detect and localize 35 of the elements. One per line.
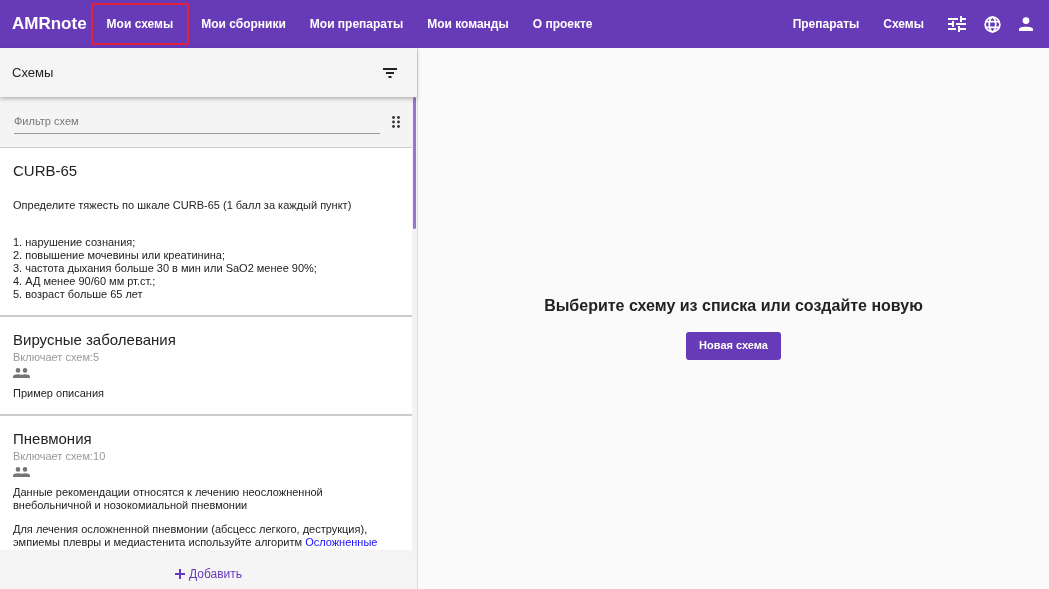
nav-link[interactable]: Препараты [780, 15, 872, 33]
card-title: Пневмония [13, 429, 93, 449]
nav-link[interactable]: Мои сборники [189, 3, 298, 45]
card-description: Данные рекомендации относятся к лечению неосложненной внебольничной и нозокомиальной пневмонии [13, 486, 324, 512]
card-title: Вирусные заболевания [13, 330, 177, 350]
link[interactable]: Осложненные [305, 536, 378, 548]
empty-state-message: Выберите схему из списка или создайте новую [544, 295, 923, 316]
nav-link[interactable]: Схемы [871, 15, 936, 33]
nav-link[interactable]: Мои команды [415, 3, 521, 45]
grid-icon[interactable] [392, 116, 400, 128]
people-icon [13, 368, 30, 378]
card-description: Пример описания [13, 387, 106, 400]
panel-title: Схемы [12, 63, 55, 82]
scheme-count: Включает схем:5 [13, 350, 101, 365]
card-description: Для лечения осложненной пневмонии (абсцесс легкого, деструкция), эмпиемы плевры и медиастенита используйте алгоритм Осложненные [13, 523, 379, 549]
scrollbar-thumb[interactable] [413, 97, 416, 229]
nav-link[interactable]: Мои препараты [297, 3, 416, 45]
card-title: CURB-65 [13, 161, 79, 181]
user-icon[interactable] [1019, 17, 1033, 31]
filter-icon[interactable] [383, 67, 397, 78]
card-description: Определите тяжесть по шкале CURB-65 (1 балл за каждый пункт) [13, 199, 353, 212]
scheme-card[interactable] [0, 148, 412, 317]
plus-icon [174, 568, 185, 579]
app-logo[interactable]: AMRnote [12, 11, 87, 37]
scheme-count: Включает схем:10 [13, 449, 107, 464]
people-icon [13, 467, 30, 477]
nav-link[interactable]: О проекте [520, 3, 605, 45]
card-description: 1. нарушение сознания; 2. повышение мочевины или креатинина; 3. частота дыхания больше 30 в мин или SaO2 менее 90%; 4. АД менее 90/60 мм рт.ст.; 5. возраст больше 65 лет [13, 236, 318, 301]
globe-icon[interactable] [984, 15, 1001, 33]
scheme-card[interactable]: Вирусные заболевания Включает схем:5 Пример описания [0, 317, 412, 416]
new-scheme-button[interactable]: Новая схема [686, 331, 781, 360]
nav-link[interactable]: Мои схемы [90, 3, 190, 45]
add-button[interactable]: Добавить [0, 558, 417, 589]
scheme-card[interactable] [0, 416, 412, 550]
settings-sliders-icon[interactable] [948, 16, 966, 32]
